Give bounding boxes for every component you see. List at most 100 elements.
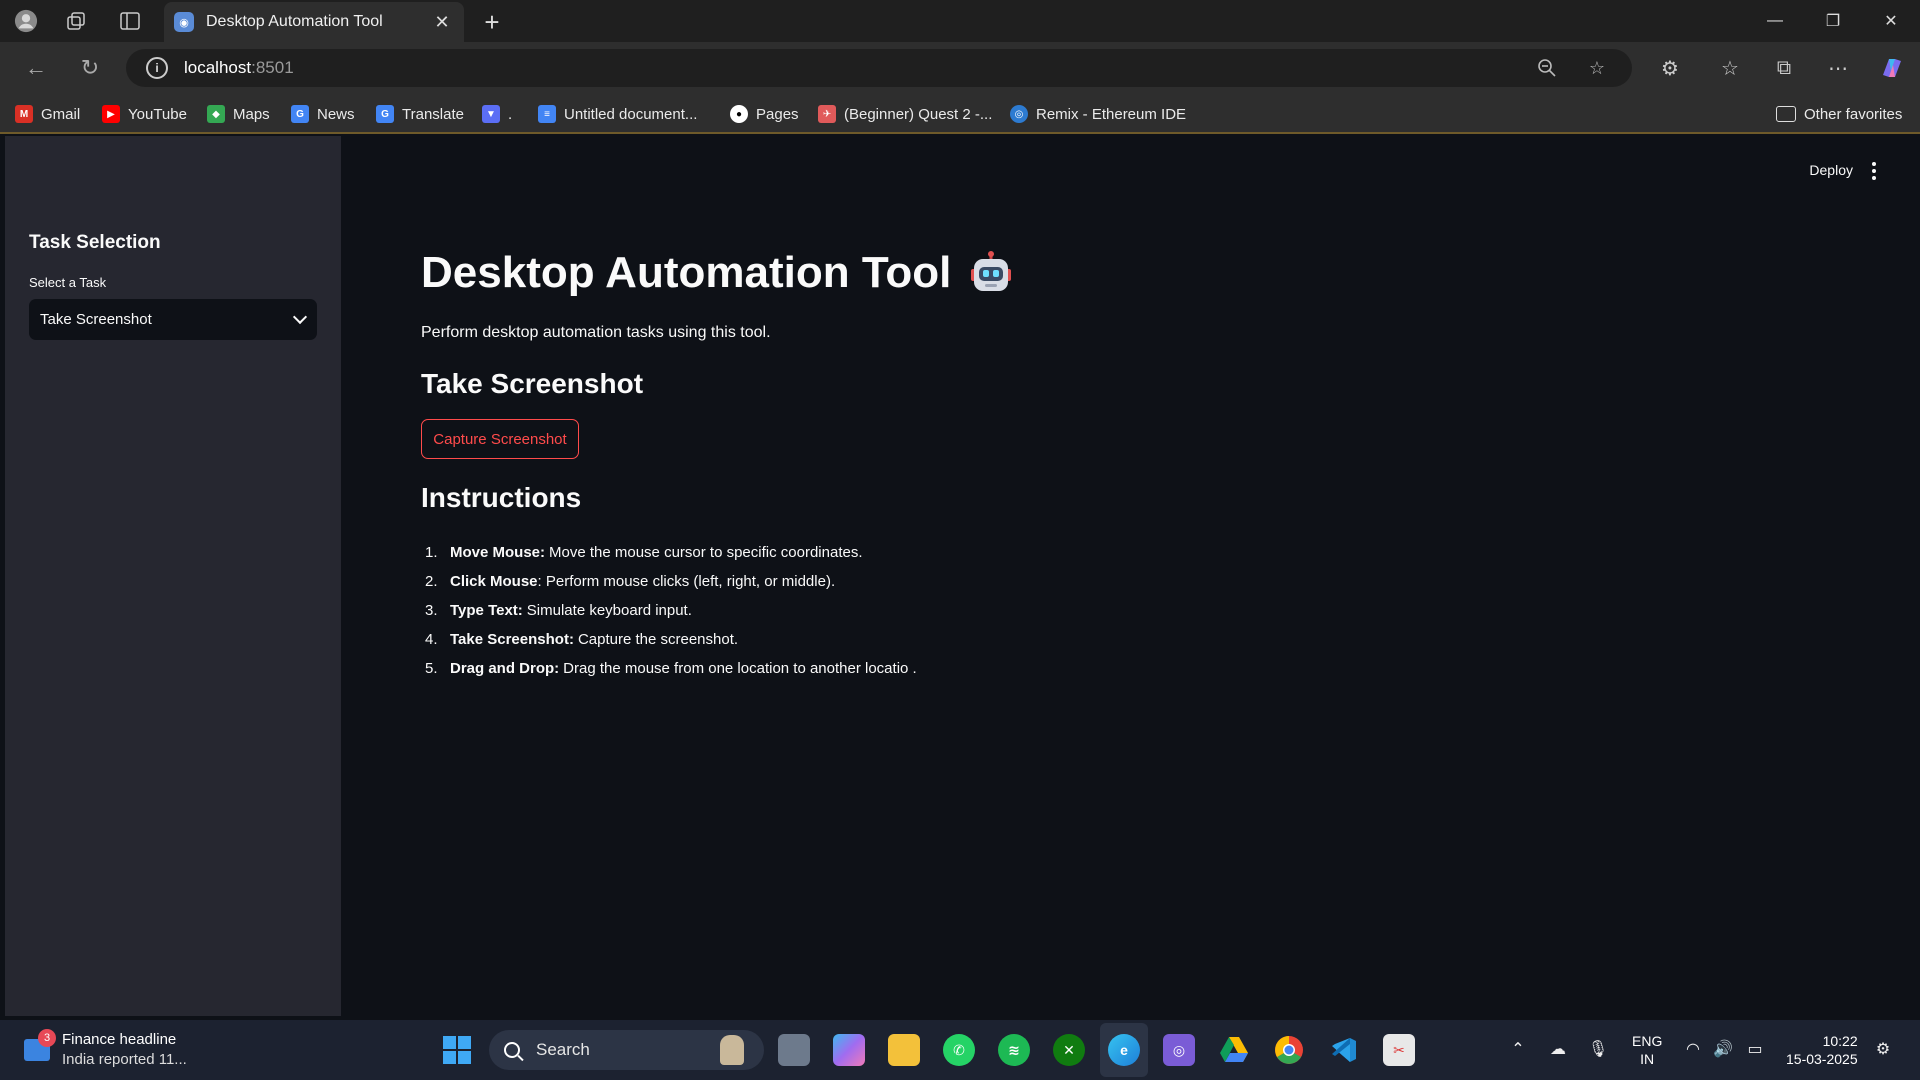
list-item: 3. Type Text: Simulate keyboard input. bbox=[425, 602, 692, 619]
bookmark-news[interactable]: G News bbox=[291, 102, 355, 126]
news-title: Finance headline bbox=[62, 1031, 177, 1048]
xbox-icon[interactable]: ✕ bbox=[1053, 1034, 1085, 1066]
screen-recorder-icon[interactable]: ◎ bbox=[1163, 1034, 1195, 1066]
collections-icon[interactable]: ⧉ bbox=[1770, 54, 1798, 82]
copilot-taskbar-icon[interactable] bbox=[833, 1034, 865, 1066]
quest-icon: ✈ bbox=[818, 105, 836, 123]
section-title: Take Screenshot bbox=[421, 368, 644, 399]
copilot-icon[interactable] bbox=[1878, 54, 1906, 82]
robot-favicon-icon: ◉ bbox=[174, 12, 194, 32]
gmail-icon: M bbox=[15, 105, 33, 123]
chrome-icon[interactable] bbox=[1273, 1034, 1305, 1066]
address-bar[interactable]: i localhost:8501 ☆ bbox=[126, 49, 1632, 87]
microphone-icon[interactable]: 🎙 bbox=[1585, 1036, 1611, 1062]
windows-taskbar: 3 Finance headline India reported 11... … bbox=[0, 1020, 1920, 1080]
close-window-icon[interactable]: ✕ bbox=[1868, 6, 1914, 36]
github-icon: ● bbox=[730, 105, 748, 123]
list-item: 2. Click Mouse: Perform mouse clicks (lef… bbox=[425, 573, 836, 590]
news-widget[interactable]: 3 Finance headline India reported 11... bbox=[24, 1029, 187, 1070]
bookmark-docs[interactable]: ≡ Untitled document... bbox=[538, 102, 697, 126]
sidebar-title: Task Selection bbox=[29, 232, 161, 253]
news-badge: 3 bbox=[38, 1029, 56, 1047]
site-info-icon[interactable]: i bbox=[146, 57, 168, 79]
file-explorer-icon[interactable] bbox=[888, 1034, 920, 1066]
task-select-dropdown[interactable]: Take Screenshot bbox=[29, 299, 317, 340]
taskbar-search-label: Search bbox=[536, 1040, 590, 1059]
favorite-star-icon[interactable]: ☆ bbox=[1586, 57, 1608, 79]
browser-tab-active[interactable]: ◉ Desktop Automation Tool ✕ bbox=[164, 2, 464, 42]
page-title: Desktop Automation Tool bbox=[421, 248, 1013, 298]
notifications-icon[interactable]: ⚙ bbox=[1870, 1036, 1896, 1062]
page-title-text: Desktop Automation Tool bbox=[421, 248, 952, 297]
task-select-label: Select a Task bbox=[29, 275, 107, 290]
instructions-title: Instructions bbox=[421, 482, 582, 513]
news-icon: G bbox=[291, 105, 309, 123]
reload-icon[interactable]: ↻ bbox=[76, 54, 104, 82]
news-subtitle: India reported 11... bbox=[62, 1051, 187, 1068]
bookmark-maps[interactable]: ◆ Maps bbox=[207, 102, 270, 126]
clock[interactable]: 10:22 15-03-2025 bbox=[1786, 1032, 1858, 1068]
task-view-icon[interactable] bbox=[778, 1034, 810, 1066]
show-hidden-icons-chevron-icon[interactable]: ⌃ bbox=[1505, 1036, 1531, 1062]
intro-text: Perform desktop automation tasks using t… bbox=[421, 324, 771, 341]
news-widget-icon: 3 bbox=[24, 1029, 56, 1061]
language-indicator[interactable]: ENG IN bbox=[1632, 1032, 1662, 1068]
bookmark-translate[interactable]: G Translate bbox=[376, 102, 464, 126]
bookmark-gmail[interactable]: M Gmail bbox=[15, 102, 80, 126]
list-item: 1. Move Mouse: Move the mouse cursor to sp… bbox=[425, 544, 863, 561]
maps-icon: ◆ bbox=[207, 105, 225, 123]
browser-toolbar: ← ↻ i localhost:8501 ☆ ⚙ ☆ ⧉ ⋯ bbox=[0, 42, 1920, 94]
close-tab-icon[interactable]: ✕ bbox=[430, 10, 454, 34]
bookmark-remix[interactable]: ◎ Remix - Ethereum IDE bbox=[1010, 102, 1186, 126]
extensions-icon[interactable]: ⚙ bbox=[1656, 54, 1684, 82]
workspaces-icon[interactable] bbox=[64, 9, 88, 33]
search-highlight-icon bbox=[720, 1035, 744, 1065]
battery-icon[interactable]: ▭ bbox=[1742, 1036, 1768, 1062]
browser-titlebar: ◉ Desktop Automation Tool ✕ + — ❐ ✕ bbox=[0, 0, 1920, 42]
wifi-icon[interactable]: ◠ bbox=[1680, 1036, 1706, 1062]
vertical-tabs-icon[interactable] bbox=[118, 9, 142, 33]
back-arrow-icon[interactable]: ← bbox=[22, 54, 50, 82]
edge-icon[interactable]: e bbox=[1108, 1034, 1140, 1066]
windows-start-icon[interactable] bbox=[441, 1034, 473, 1066]
task-select-value: Take Screenshot bbox=[40, 311, 152, 328]
snipping-tool-icon[interactable]: ✂ bbox=[1383, 1034, 1415, 1066]
vscode-icon[interactable] bbox=[1328, 1034, 1360, 1066]
minimize-icon[interactable]: — bbox=[1752, 6, 1798, 36]
volume-icon[interactable]: 🔊 bbox=[1710, 1036, 1736, 1062]
taskbar-search[interactable]: Search bbox=[489, 1030, 764, 1070]
whatsapp-icon[interactable]: ✆ bbox=[943, 1034, 975, 1066]
main-content: Deploy Desktop Automation Tool Perform d… bbox=[341, 136, 1915, 1016]
favorites-icon[interactable]: ☆ bbox=[1716, 54, 1744, 82]
bookmark-quest[interactable]: ✈ (Beginner) Quest 2 -... bbox=[818, 102, 992, 126]
bookmark-pages[interactable]: ● Pages bbox=[730, 102, 799, 126]
folder-icon bbox=[1776, 106, 1796, 122]
translate-icon: G bbox=[376, 105, 394, 123]
deploy-button[interactable]: Deploy bbox=[1809, 162, 1853, 178]
vee-icon: ▼ bbox=[482, 105, 500, 123]
restore-icon[interactable]: ❐ bbox=[1810, 6, 1856, 36]
bookmark-vee[interactable]: ▼. bbox=[482, 102, 512, 126]
capture-screenshot-button[interactable]: Capture Screenshot bbox=[421, 419, 579, 459]
list-item: 4. Take Screenshot: Capture the screenshot… bbox=[425, 631, 739, 648]
google-drive-icon[interactable] bbox=[1218, 1034, 1250, 1066]
bookmark-youtube[interactable]: ▶ YouTube bbox=[102, 102, 187, 126]
more-menu-icon[interactable]: ⋯ bbox=[1824, 54, 1852, 82]
onedrive-icon[interactable]: ☁ bbox=[1545, 1036, 1571, 1062]
remix-icon: ◎ bbox=[1010, 105, 1028, 123]
youtube-icon: ▶ bbox=[102, 105, 120, 123]
main-menu-icon[interactable] bbox=[1871, 162, 1877, 180]
url-text[interactable]: localhost:8501 bbox=[184, 58, 294, 78]
zoom-icon[interactable] bbox=[1536, 57, 1558, 79]
robot-emoji-icon bbox=[969, 251, 1013, 295]
bookmarks-bar: M Gmail ▶ YouTube ◆ Maps G News G Translate ▼… bbox=[0, 94, 1920, 134]
list-item: 5. Drag and Drop: Drag the mouse from one … bbox=[425, 660, 917, 677]
spotify-icon[interactable]: ≋ bbox=[998, 1034, 1030, 1066]
profile-icon[interactable] bbox=[14, 9, 38, 33]
sidebar: Task Selection Select a Task Take Screen… bbox=[5, 136, 341, 1016]
docs-icon: ≡ bbox=[538, 105, 556, 123]
tab-title: Desktop Automation Tool bbox=[206, 13, 383, 30]
new-tab-icon[interactable]: + bbox=[478, 7, 506, 37]
other-favorites[interactable]: Other favorites bbox=[1776, 102, 1902, 126]
instructions-list: 1. Move Mouse: Move the mouse cursor to sp… bbox=[421, 538, 917, 683]
